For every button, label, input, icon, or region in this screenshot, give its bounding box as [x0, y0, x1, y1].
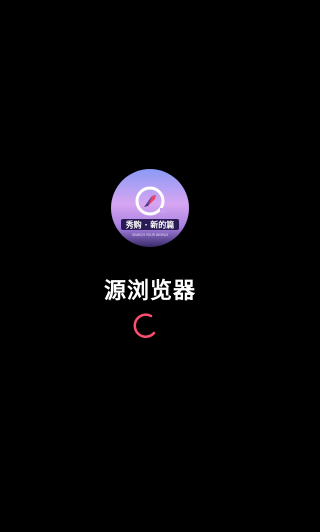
logo-badge-text: 秀购 · 新的篇: [125, 220, 175, 230]
app-logo-graphic: 秀购 · 新的篇 SEARCH YOUR WORLD: [111, 169, 189, 247]
spinner-arc-icon: [133, 313, 156, 338]
loading-spinner: [132, 312, 160, 340]
app-logo: 秀购 · 新的篇 SEARCH YOUR WORLD: [111, 169, 189, 247]
splash-screen: 秀购 · 新的篇 SEARCH YOUR WORLD 源浏览器: [0, 0, 300, 532]
app-name-title: 源浏览器: [103, 278, 196, 304]
logo-tagline: SEARCH YOUR WORLD: [132, 233, 168, 237]
